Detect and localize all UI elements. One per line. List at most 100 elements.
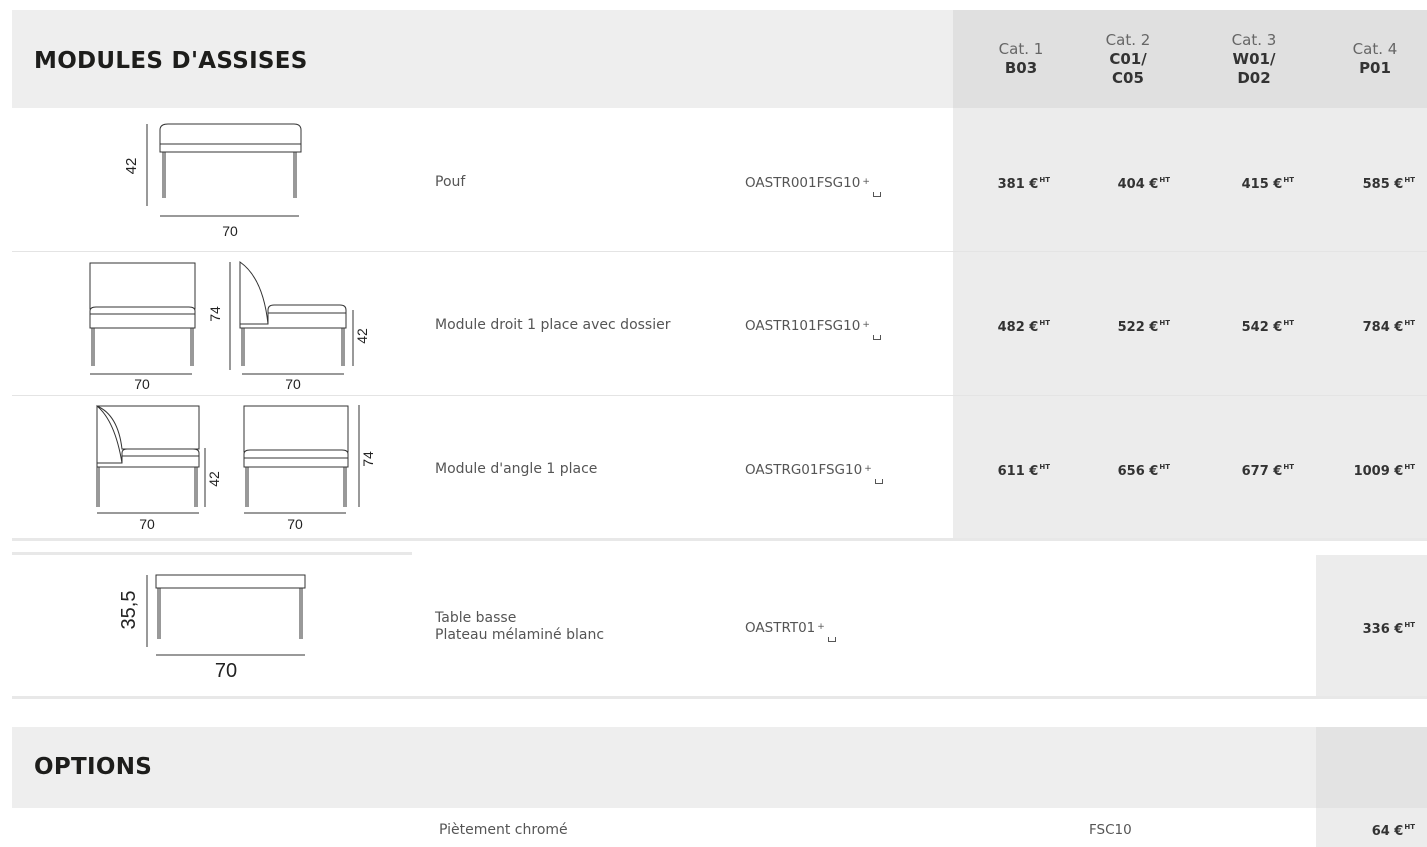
- dim-width: 70: [215, 660, 237, 682]
- price-cat4: 1009 €HT: [1297, 463, 1415, 479]
- price-value: 1009 €: [1353, 464, 1404, 479]
- category-code: B03: [1004, 59, 1038, 77]
- option-code: FSC10: [1089, 822, 1132, 838]
- category-name: Cat. 2: [1105, 30, 1151, 49]
- category-code: D02: [1237, 68, 1271, 87]
- dim-height: 42: [123, 158, 140, 175]
- reference-code: OASTR001FSG10: [745, 175, 861, 191]
- product-reference: OASTR001FSG10 +: [745, 175, 881, 197]
- dim-back-height: 74: [207, 306, 223, 322]
- reference-code: OASTR101FSG10: [745, 318, 861, 334]
- checkbox-icon: [827, 637, 836, 642]
- price-value: 522 €: [1117, 320, 1159, 335]
- options-section-title: OPTIONS: [34, 754, 153, 780]
- reference-marker: +: [862, 177, 870, 187]
- price-value: 64 €: [1371, 824, 1404, 839]
- price-cat3: 677 €HT: [1176, 463, 1294, 479]
- product-reference: OASTRG01FSG10 +: [745, 462, 883, 484]
- dim-side-width: 70: [287, 516, 303, 532]
- product-reference: OASTR101FSG10 +: [745, 318, 881, 340]
- row-divider: [12, 395, 1427, 396]
- description-line: Table basse: [435, 610, 517, 626]
- row-divider: [12, 696, 1427, 699]
- options-price-header-band: [1316, 727, 1427, 808]
- product-description: Module d'angle 1 place: [435, 461, 598, 477]
- checkbox-icon: [874, 479, 883, 484]
- reference-marker: +: [862, 320, 870, 330]
- row-divider: [12, 251, 1427, 252]
- option-price: 64 €HT: [1297, 823, 1415, 839]
- price-cat2: 404 €HT: [1052, 176, 1170, 192]
- price-suffix: HT: [1159, 319, 1170, 327]
- category-code: P01: [1359, 59, 1391, 77]
- checkbox-icon: [872, 335, 881, 340]
- price-value: 656 €: [1117, 464, 1159, 479]
- price-suffix: HT: [1283, 176, 1294, 184]
- modules-section-title: MODULES D'ASSISES: [34, 48, 308, 74]
- price-cat4: 784 €HT: [1297, 319, 1415, 335]
- price-value: 784 €: [1362, 320, 1404, 335]
- price-suffix: HT: [1039, 176, 1050, 184]
- row-divider: [12, 538, 1427, 541]
- reference-marker: +: [817, 622, 825, 632]
- price-suffix: HT: [1039, 463, 1050, 471]
- price-value: 336 €: [1362, 622, 1404, 637]
- dim-seat-height: 42: [354, 328, 370, 344]
- category-header-4: Cat. 4 P01: [1316, 10, 1427, 108]
- category-name: Cat. 4: [1352, 40, 1398, 58]
- table-basse-drawing: 35,5 70: [118, 574, 306, 682]
- product-description: Module droit 1 place avec dossier: [435, 317, 671, 333]
- price-suffix: HT: [1404, 823, 1415, 831]
- price-cat1: 611 €HT: [932, 463, 1050, 479]
- dim-back-height: 74: [360, 451, 376, 467]
- dim-width: 70: [222, 223, 238, 239]
- price-value: 542 €: [1241, 320, 1283, 335]
- price-cat1: 381 €HT: [932, 176, 1050, 192]
- dim-front-width: 70: [134, 376, 150, 392]
- pouf-drawing: 42 70: [123, 123, 302, 239]
- product-reference: OASTRT01 +: [745, 620, 836, 642]
- reference-code: OASTRG01FSG10: [745, 462, 863, 478]
- dim-height: 35,5: [118, 591, 140, 630]
- price-suffix: HT: [1039, 319, 1050, 327]
- reference-code: OASTRT01: [745, 620, 816, 636]
- description-line: Plateau mélaminé blanc: [435, 627, 605, 643]
- options-header-band: [12, 727, 1316, 808]
- category-name: Cat. 3: [1231, 30, 1277, 49]
- price-suffix: HT: [1404, 621, 1415, 629]
- price-suffix: HT: [1283, 463, 1294, 471]
- product-description: Table basse Plateau mélaminé blanc: [435, 610, 604, 644]
- price-cat2: 656 €HT: [1052, 463, 1170, 479]
- module-droit-drawing: 70 70 74 42: [89, 261, 370, 392]
- price-cat3: 415 €HT: [1176, 176, 1294, 192]
- dim-front-width: 70: [139, 516, 155, 532]
- category-code: W01/: [1232, 49, 1276, 68]
- price-suffix: HT: [1404, 319, 1415, 327]
- category-code: C05: [1112, 68, 1144, 87]
- category-code: C01/: [1109, 49, 1147, 68]
- price-cat1: 482 €HT: [932, 319, 1050, 335]
- price-value: 404 €: [1117, 177, 1159, 192]
- checkbox-icon: [872, 192, 881, 197]
- dim-seat-height: 42: [206, 471, 222, 487]
- price-value: 381 €: [997, 177, 1039, 192]
- price-suffix: HT: [1159, 176, 1170, 184]
- price-suffix: HT: [1159, 463, 1170, 471]
- price-cat4: 336 €HT: [1297, 621, 1415, 637]
- option-description: Piètement chromé: [439, 822, 568, 838]
- price-value: 585 €: [1362, 177, 1404, 192]
- reference-marker: +: [864, 464, 872, 474]
- price-value: 611 €: [997, 464, 1039, 479]
- category-header-1: Cat. 1 B03: [962, 10, 1080, 108]
- price-value: 482 €: [997, 320, 1039, 335]
- price-value: 677 €: [1241, 464, 1283, 479]
- product-description: Pouf: [435, 174, 466, 190]
- price-suffix: HT: [1404, 176, 1415, 184]
- price-suffix: HT: [1404, 463, 1415, 471]
- price-cat4: 585 €HT: [1297, 176, 1415, 192]
- price-cat3: 542 €HT: [1176, 319, 1294, 335]
- category-header-2: Cat. 2 C01/ C05: [1069, 10, 1187, 108]
- price-value: 415 €: [1241, 177, 1283, 192]
- dim-side-width: 70: [285, 376, 301, 392]
- module-angle-drawing: 70 70 42 74: [96, 404, 376, 532]
